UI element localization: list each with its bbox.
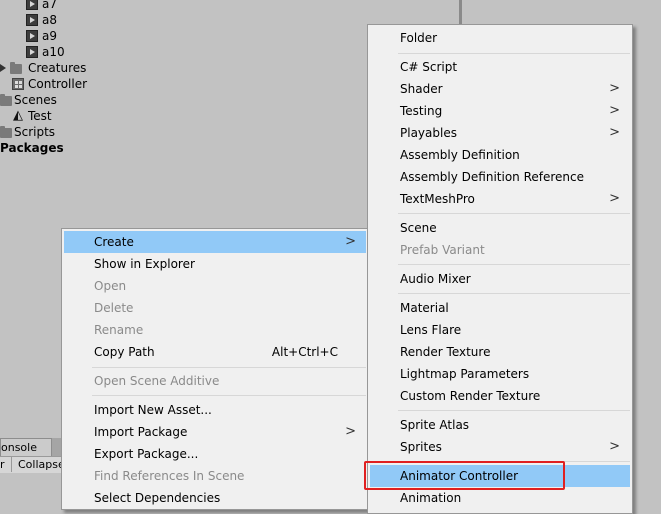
- submenu-arrow-icon: >: [609, 125, 620, 140]
- clear-button[interactable]: r: [0, 457, 12, 472]
- submenu-item-sprite-atlas[interactable]: Sprite Atlas: [370, 414, 630, 436]
- submenu-item-audio-mixer[interactable]: Audio Mixer: [370, 268, 630, 290]
- menu-item-delete[interactable]: Delete: [64, 297, 366, 319]
- submenu-item-custom-render-texture[interactable]: Custom Render Texture: [370, 385, 630, 407]
- submenu-item-assembly-definition[interactable]: Assembly Definition: [370, 144, 630, 166]
- menu-item-show-in-explorer[interactable]: Show in Explorer: [64, 253, 366, 275]
- submenu-item-csharp-script[interactable]: C# Script: [370, 56, 630, 78]
- tree-item-creatures[interactable]: Creatures: [0, 60, 120, 76]
- menu-separator: [398, 410, 630, 411]
- animation-clip-icon: [26, 0, 38, 10]
- submenu-item-playables[interactable]: Playables >: [370, 122, 630, 144]
- submenu-item-material[interactable]: Material: [370, 297, 630, 319]
- folder-icon: [0, 126, 12, 138]
- panel-splitter[interactable]: [459, 0, 462, 24]
- tree-item-scenes[interactable]: Scenes: [0, 92, 120, 108]
- submenu-arrow-icon: >: [345, 234, 356, 249]
- submenu-item-shader[interactable]: Shader >: [370, 78, 630, 100]
- menu-separator: [92, 367, 366, 368]
- console-toolbar: r Collapse: [0, 456, 70, 473]
- submenu-item-scene[interactable]: Scene: [370, 217, 630, 239]
- menu-item-create[interactable]: Create >: [64, 231, 366, 253]
- console-tab[interactable]: onsole: [0, 438, 52, 456]
- tree-item-scripts[interactable]: Scripts: [0, 124, 120, 140]
- submenu-item-folder[interactable]: Folder: [370, 27, 630, 49]
- menu-item-open[interactable]: Open: [64, 275, 366, 297]
- tree-item-packages[interactable]: Packages: [0, 140, 64, 156]
- menu-item-find-references[interactable]: Find References In Scene: [64, 465, 366, 487]
- menu-item-import-new-asset[interactable]: Import New Asset...: [64, 399, 366, 421]
- menu-item-copy-path[interactable]: Copy Path Alt+Ctrl+C: [64, 341, 366, 363]
- submenu-item-assembly-definition-reference[interactable]: Assembly Definition Reference: [370, 166, 630, 188]
- create-submenu: Folder C# Script Shader > Testing > Play…: [367, 24, 633, 514]
- context-menu: Create > Show in Explorer Open Delete Re…: [61, 228, 369, 510]
- shortcut-label: Alt+Ctrl+C: [271, 345, 338, 359]
- menu-separator: [398, 293, 630, 294]
- menu-separator: [398, 213, 630, 214]
- submenu-item-lens-flare[interactable]: Lens Flare: [370, 319, 630, 341]
- unity-scene-icon: ◭: [13, 108, 23, 123]
- submenu-arrow-icon: >: [609, 439, 620, 454]
- submenu-item-testing[interactable]: Testing >: [370, 100, 630, 122]
- submenu-arrow-icon: >: [345, 424, 356, 439]
- annotation-highlight-box: [364, 461, 565, 490]
- submenu-arrow-icon: >: [609, 103, 620, 118]
- folder-icon: [10, 62, 22, 74]
- submenu-arrow-icon: >: [609, 81, 620, 96]
- folder-icon: [0, 94, 12, 106]
- animator-controller-icon: [12, 78, 24, 90]
- menu-separator: [398, 264, 630, 265]
- expand-arrow-icon[interactable]: [0, 64, 6, 72]
- menu-item-open-scene-additive[interactable]: Open Scene Additive: [64, 370, 366, 392]
- menu-item-export-package[interactable]: Export Package...: [64, 443, 366, 465]
- animation-clip-icon: [26, 14, 38, 26]
- submenu-item-textmeshpro[interactable]: TextMeshPro >: [370, 188, 630, 210]
- submenu-item-render-texture[interactable]: Render Texture: [370, 341, 630, 363]
- menu-item-rename[interactable]: Rename: [64, 319, 366, 341]
- submenu-item-sprites[interactable]: Sprites >: [370, 436, 630, 458]
- submenu-item-lightmap-parameters[interactable]: Lightmap Parameters: [370, 363, 630, 385]
- submenu-arrow-icon: >: [609, 191, 620, 206]
- animation-clip-icon: [26, 30, 38, 42]
- submenu-item-prefab-variant[interactable]: Prefab Variant: [370, 239, 630, 261]
- menu-separator: [92, 395, 366, 396]
- menu-separator: [398, 53, 630, 54]
- menu-item-import-package[interactable]: Import Package >: [64, 421, 366, 443]
- animation-clip-icon: [26, 46, 38, 58]
